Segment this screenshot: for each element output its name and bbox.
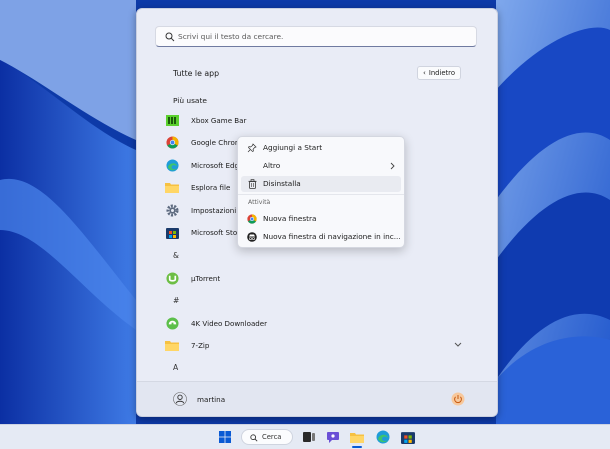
edge-icon bbox=[165, 158, 179, 172]
app-item-utorrent[interactable]: µTorrent bbox=[165, 268, 475, 288]
search-box[interactable] bbox=[155, 26, 477, 47]
group-header-a[interactable]: A bbox=[173, 363, 178, 372]
group-header-hash[interactable]: # bbox=[173, 296, 179, 305]
task-view-icon[interactable] bbox=[302, 430, 316, 444]
app-label: Esplora file bbox=[191, 182, 231, 192]
pin-icon bbox=[247, 143, 257, 153]
taskbar-search-label: Cerca bbox=[262, 433, 282, 441]
windows-start-icon[interactable] bbox=[218, 430, 232, 444]
user-avatar-icon[interactable] bbox=[173, 392, 187, 406]
user-name[interactable]: martina bbox=[197, 395, 225, 404]
search-icon bbox=[165, 32, 175, 42]
utorrent-icon bbox=[165, 271, 179, 285]
all-apps-title: Tutte le app bbox=[173, 69, 220, 78]
menu-item-new-incognito-window[interactable]: Nuova finestra di navigazione in inc... bbox=[241, 229, 401, 245]
menu-item-label: Nuova finestra bbox=[263, 214, 317, 223]
folder-icon bbox=[165, 180, 179, 194]
4k-downloader-icon bbox=[165, 316, 179, 330]
back-button-label: Indietro bbox=[428, 69, 455, 77]
app-label: Impostazioni bbox=[191, 205, 237, 215]
chrome-icon bbox=[165, 135, 179, 149]
edge-icon[interactable] bbox=[376, 430, 390, 444]
taskbar-search[interactable]: Cerca bbox=[241, 429, 293, 445]
chrome-icon bbox=[247, 214, 257, 224]
folder-icon bbox=[165, 338, 179, 352]
incognito-icon bbox=[247, 232, 257, 242]
menu-item-label: Disinstalla bbox=[263, 179, 301, 188]
search-input[interactable] bbox=[178, 29, 468, 44]
xbox-game-bar-icon bbox=[165, 113, 179, 127]
menu-item-new-window[interactable]: Nuova finestra bbox=[241, 211, 401, 227]
file-explorer-icon[interactable] bbox=[350, 430, 364, 444]
app-item-4k-video-downloader[interactable]: 4K Video Downloader bbox=[165, 313, 475, 333]
menu-item-uninstall[interactable]: Disinstalla bbox=[241, 176, 401, 192]
store-icon bbox=[165, 225, 179, 239]
chevron-left-icon: ‹ bbox=[423, 69, 426, 77]
most-used-title: Più usate bbox=[173, 96, 207, 105]
app-item-7-zip[interactable]: 7-Zip bbox=[165, 335, 475, 355]
app-label: 4K Video Downloader bbox=[191, 318, 268, 328]
tasks-section-label: Attività bbox=[248, 199, 271, 206]
chevron-down-icon[interactable] bbox=[453, 339, 463, 349]
taskbar: Cerca bbox=[0, 424, 610, 449]
store-icon[interactable] bbox=[401, 430, 415, 444]
trash-icon bbox=[247, 179, 257, 189]
app-label: Microsoft Edge bbox=[191, 160, 244, 170]
power-icon[interactable] bbox=[451, 392, 465, 406]
app-label: 7-Zip bbox=[191, 340, 210, 350]
user-bar: martina bbox=[137, 381, 497, 416]
menu-item-label: Nuova finestra di navigazione in inc... bbox=[263, 232, 401, 241]
app-label: µTorrent bbox=[191, 273, 221, 283]
app-item-xbox-game-bar[interactable]: Xbox Game Bar bbox=[165, 110, 475, 130]
group-header-ampersand[interactable]: & bbox=[173, 251, 179, 260]
context-menu: Aggiungi a Start Altro Disinstalla Attiv… bbox=[237, 136, 405, 248]
app-label: Xbox Game Bar bbox=[191, 115, 247, 125]
gear-icon bbox=[165, 203, 179, 217]
menu-item-label: Aggiungi a Start bbox=[263, 143, 323, 152]
menu-item-altro[interactable]: Altro bbox=[241, 158, 401, 174]
chat-icon[interactable] bbox=[326, 430, 340, 444]
chevron-right-icon bbox=[390, 162, 395, 170]
search-icon bbox=[250, 434, 258, 442]
menu-item-pin-to-start[interactable]: Aggiungi a Start bbox=[241, 140, 401, 156]
menu-divider bbox=[238, 194, 404, 195]
menu-item-label: Altro bbox=[263, 161, 281, 170]
back-button[interactable]: ‹ Indietro bbox=[417, 66, 461, 80]
